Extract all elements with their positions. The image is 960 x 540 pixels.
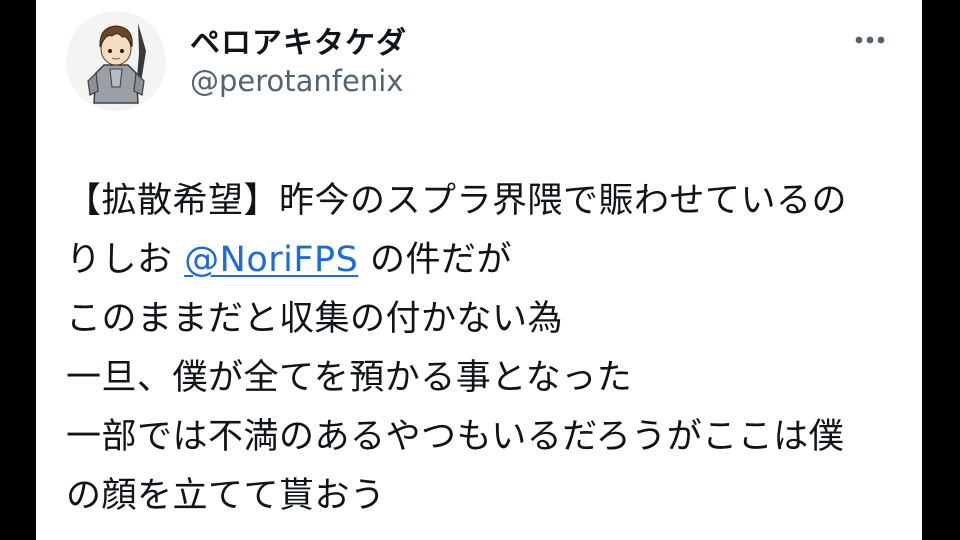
tweet-line: 【拡散希望】昨今のスプラ界隈で賑わせているの <box>66 181 848 221</box>
mention-link[interactable]: @NoriFPS <box>184 240 358 280</box>
avatar-armored-character-icon <box>66 11 166 111</box>
author-handle[interactable]: @perotanfenix <box>190 64 403 98</box>
tweet-text: 【拡散希望】昨今のスプラ界隈で賑わせているの りしお @NoriFPS の件だが… <box>66 172 916 526</box>
tweet-text-segment: の件だが <box>358 240 512 280</box>
tweet-line: 一部では不満のあるやつもいるだろうがここは僕 <box>66 417 845 457</box>
avatar[interactable] <box>66 11 166 111</box>
more-horizontal-icon <box>855 36 885 44</box>
tweet-line: りしお @NoriFPS の件だが <box>66 231 916 290</box>
more-options-button[interactable] <box>852 26 888 54</box>
tweet-text-segment: りしお <box>66 240 185 280</box>
tweet-line: このままだと収集の付かない為 <box>66 299 564 339</box>
tweet-line: 一旦、僕が全てを預かる事となった <box>66 358 633 398</box>
tweet-line: の顔を立てて貰おう <box>66 476 386 516</box>
author-display-name[interactable]: ペロアキタケダ <box>190 18 407 62</box>
tweet-card: ペロアキタケダ @perotanfenix 【拡散希望】昨今のスプラ界隈で賑わせ… <box>36 0 922 540</box>
